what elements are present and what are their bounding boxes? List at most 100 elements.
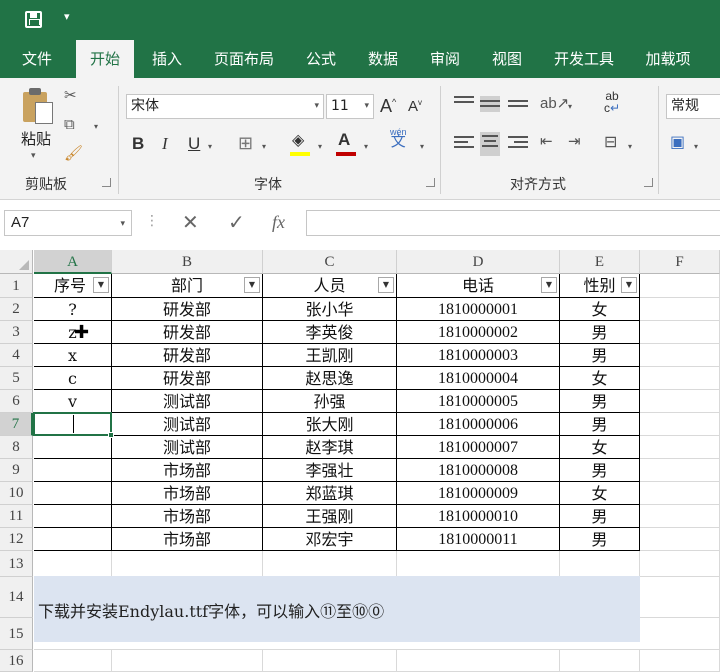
tab-developer[interactable]: 开发工具	[546, 40, 622, 78]
align-left-icon[interactable]	[454, 136, 474, 152]
cancel-icon[interactable]: ✕	[182, 210, 199, 235]
formula-bar-grip-icon[interactable]: ⋮	[145, 212, 159, 229]
row-header-5[interactable]: 5	[0, 367, 33, 390]
align-middle-icon[interactable]	[480, 96, 500, 112]
name-box[interactable]: A7 ▾	[4, 210, 132, 236]
cell-b5[interactable]: 研发部	[112, 367, 263, 390]
row-header-8[interactable]: 8	[0, 436, 33, 459]
cell-f16[interactable]	[640, 650, 720, 672]
cell-d13[interactable]	[397, 551, 560, 577]
cell-f15[interactable]	[640, 618, 720, 650]
cell-b9[interactable]: 市场部	[112, 459, 263, 482]
tab-add-ins[interactable]: 加载项	[630, 40, 706, 78]
cell-f3[interactable]	[640, 321, 720, 344]
cell-e7[interactable]: 男	[560, 413, 640, 436]
formula-input[interactable]	[306, 210, 720, 236]
filter-dropdown-icon[interactable]: ▼	[244, 277, 260, 293]
copy-dropdown-icon[interactable]: ▾	[94, 122, 98, 131]
wrap-text-icon[interactable]: ab c↵	[604, 90, 620, 114]
cell-d12[interactable]: 1810000011	[397, 528, 560, 551]
paste-button[interactable]: 粘贴	[21, 128, 51, 149]
cell-a12[interactable]	[34, 528, 112, 551]
cell-c13[interactable]	[263, 551, 397, 577]
cell-b2[interactable]: 研发部	[112, 298, 263, 321]
cell-d8[interactable]: 1810000007	[397, 436, 560, 459]
cell-a3[interactable]: z	[34, 321, 112, 344]
filter-dropdown-icon[interactable]: ▼	[541, 277, 557, 293]
paste-dropdown-icon[interactable]: ▾	[31, 150, 36, 161]
row-header-16[interactable]: 16	[0, 650, 33, 672]
cell-a9[interactable]	[34, 459, 112, 482]
cell-e16[interactable]	[560, 650, 640, 672]
increase-indent-icon[interactable]: ⇥	[568, 132, 581, 150]
cell-c11[interactable]: 王强刚	[263, 505, 397, 528]
tab-insert[interactable]: 插入	[138, 40, 196, 78]
column-header-d[interactable]: D	[397, 250, 560, 274]
cell-c5[interactable]: 赵思逸	[263, 367, 397, 390]
cell-b6[interactable]: 测试部	[112, 390, 263, 413]
select-all-button[interactable]	[0, 250, 33, 274]
cell-f14[interactable]	[640, 577, 720, 618]
row-header-4[interactable]: 4	[0, 344, 33, 367]
row-header-13[interactable]: 13	[0, 551, 33, 577]
cell-f12[interactable]	[640, 528, 720, 551]
filter-dropdown-icon[interactable]: ▼	[93, 277, 109, 293]
phonetic-dropdown-icon[interactable]: ▾	[420, 142, 424, 151]
cell-d16[interactable]	[397, 650, 560, 672]
row-header-11[interactable]: 11	[0, 505, 33, 528]
cell-a5[interactable]: c	[34, 367, 112, 390]
column-header-a[interactable]: A	[34, 250, 112, 274]
cell-f7[interactable]	[640, 413, 720, 436]
cell-d3[interactable]: 1810000002	[397, 321, 560, 344]
copy-icon[interactable]: ⧉	[64, 116, 75, 133]
italic-button[interactable]: I	[162, 134, 168, 154]
row-header-14[interactable]: 14	[0, 577, 33, 618]
cell-b16[interactable]	[112, 650, 263, 672]
grow-font-button[interactable]: A^	[380, 96, 396, 117]
cell-b12[interactable]: 市场部	[112, 528, 263, 551]
orientation-dropdown-icon[interactable]: ▾	[568, 102, 572, 111]
cell-c8[interactable]: 赵李琪	[263, 436, 397, 459]
number-format-combo[interactable]: 常规	[666, 94, 720, 119]
orientation-icon[interactable]: ab↗	[540, 94, 569, 112]
save-icon[interactable]	[25, 11, 42, 28]
cell-b4[interactable]: 研发部	[112, 344, 263, 367]
cell-f6[interactable]	[640, 390, 720, 413]
font-color-dropdown-icon[interactable]: ▾	[364, 142, 368, 151]
underline-button[interactable]: U	[188, 134, 200, 154]
cell-e5[interactable]: 女	[560, 367, 640, 390]
merge-center-icon[interactable]: ⊟	[604, 132, 617, 152]
cell-d1[interactable]: 电话 ▼	[397, 274, 560, 298]
cell-c16[interactable]	[263, 650, 397, 672]
tab-view[interactable]: 视图	[478, 40, 536, 78]
column-header-c[interactable]: C	[263, 250, 397, 274]
cell-c3[interactable]: 李英俊	[263, 321, 397, 344]
row-header-10[interactable]: 10	[0, 482, 33, 505]
tab-page-layout[interactable]: 页面布局	[206, 40, 282, 78]
cell-e13[interactable]	[560, 551, 640, 577]
cell-b7[interactable]: 测试部	[112, 413, 263, 436]
cell-a16[interactable]	[34, 650, 112, 672]
cell-b3[interactable]: 研发部	[112, 321, 263, 344]
row-header-1[interactable]: 1	[0, 274, 33, 298]
format-painter-icon[interactable]: 🖌	[64, 144, 83, 162]
shrink-font-button[interactable]: Av	[408, 98, 422, 115]
cell-a6[interactable]: v	[34, 390, 112, 413]
cut-icon[interactable]: ✂	[64, 86, 77, 104]
paste-icon[interactable]	[21, 88, 55, 124]
fill-handle[interactable]	[108, 432, 114, 438]
cell-e4[interactable]: 男	[560, 344, 640, 367]
clipboard-launcher-icon[interactable]	[102, 178, 111, 187]
row-header-2[interactable]: 2	[0, 298, 33, 321]
accounting-format-icon[interactable]: ▣	[670, 132, 685, 152]
cell-a8[interactable]	[34, 436, 112, 459]
cell-d9[interactable]: 1810000008	[397, 459, 560, 482]
customize-qat-icon[interactable]: ▾	[64, 10, 70, 23]
fill-color-icon[interactable]: ◈	[292, 130, 304, 150]
cell-d6[interactable]: 1810000005	[397, 390, 560, 413]
filter-dropdown-icon[interactable]: ▼	[378, 277, 394, 293]
cell-e10[interactable]: 女	[560, 482, 640, 505]
row-header-7[interactable]: 7	[0, 413, 33, 436]
cell-e11[interactable]: 男	[560, 505, 640, 528]
cell-a1[interactable]: 序号 ▼	[34, 274, 112, 298]
